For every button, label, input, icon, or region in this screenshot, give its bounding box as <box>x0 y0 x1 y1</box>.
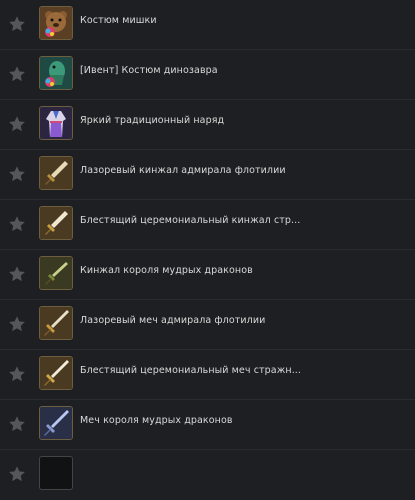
dinosaur-costume-icon <box>39 56 73 90</box>
list-item[interactable]: Костюм мишки <box>0 0 415 50</box>
favorite-star-icon[interactable] <box>8 115 26 133</box>
list-item[interactable]: Лазоревый меч адмирала флотилии <box>0 300 415 350</box>
item-name: Костюм мишки <box>80 15 157 26</box>
favorite-star-icon[interactable] <box>8 15 26 33</box>
list-item[interactable]: Кинжал короля мудрых драконов <box>0 250 415 300</box>
dagger-icon <box>39 156 73 190</box>
item-name: Блестящий церемониальный кинжал стр... <box>80 215 301 226</box>
item-name: Яркий традиционный наряд <box>80 115 225 126</box>
list-item[interactable]: [Ивент] Костюм динозавра <box>0 50 415 100</box>
favorite-star-icon[interactable] <box>8 415 26 433</box>
list-item[interactable]: Блестящий церемониальный меч стражн... <box>0 350 415 400</box>
item-icon <box>39 456 73 490</box>
bear-costume-icon <box>39 6 73 40</box>
favorite-star-icon[interactable] <box>8 215 26 233</box>
favorite-star-icon[interactable] <box>8 65 26 83</box>
item-name: Меч короля мудрых драконов <box>80 415 233 426</box>
dagger-icon <box>39 206 73 240</box>
sword-icon <box>39 406 73 440</box>
list-item[interactable]: Лазоревый кинжал адмирала флотилии <box>0 150 415 200</box>
dagger-icon <box>39 256 73 290</box>
item-name: Блестящий церемониальный меч стражн... <box>80 365 302 376</box>
list-item[interactable]: Яркий традиционный наряд <box>0 100 415 150</box>
favorite-star-icon[interactable] <box>8 315 26 333</box>
list-item[interactable]: Меч короля мудрых драконов <box>0 400 415 450</box>
favorite-star-icon[interactable] <box>8 265 26 283</box>
list-item-partial[interactable] <box>0 450 415 500</box>
item-name: [Ивент] Костюм динозавра <box>80 65 218 76</box>
traditional-outfit-icon <box>39 106 73 140</box>
item-name: Лазоревый кинжал адмирала флотилии <box>80 165 286 176</box>
item-list: Костюм мишки [Ивент] Костюм динозавра Яр… <box>0 0 415 490</box>
list-item[interactable]: Блестящий церемониальный кинжал стр... <box>0 200 415 250</box>
item-name: Лазоревый меч адмирала флотилии <box>80 315 266 326</box>
favorite-star-icon[interactable] <box>8 165 26 183</box>
favorite-star-icon[interactable] <box>8 365 26 383</box>
favorite-star-icon[interactable] <box>8 465 26 483</box>
sword-icon <box>39 356 73 390</box>
item-name: Кинжал короля мудрых драконов <box>80 265 253 276</box>
sword-icon <box>39 306 73 340</box>
